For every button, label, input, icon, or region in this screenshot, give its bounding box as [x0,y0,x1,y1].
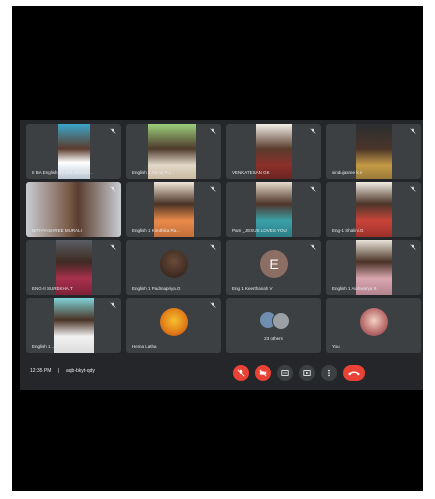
mic-off-icon [210,244,216,250]
participant-name: English 1 Kiruthika Ra... [132,228,181,233]
mic-off-icon [110,186,116,192]
participant-tile[interactable]: sindujasree k.s [326,124,421,179]
mic-off-icon [310,128,316,134]
participant-name: NITHYASHREE MURALI [32,228,82,233]
more-options-button[interactable] [321,365,337,381]
self-tile[interactable]: You [326,298,421,353]
participant-video [54,298,94,353]
meeting-time: 12:35 PM [30,368,52,374]
mic-off-icon [210,186,216,192]
present-icon [303,370,311,376]
participant-tile[interactable]: ENG-II SUREKHA.T [26,240,121,295]
participant-tile[interactable]: NITHYASHREE MURALI [26,182,121,237]
camera-off-icon [259,369,267,377]
participant-name: sindujasree k.s [332,170,363,175]
others-tile[interactable]: 23 others [226,298,321,353]
participant-tile[interactable]: English 1 Sanoj R.(... [126,124,221,179]
participant-name: English 1 Padmapriya.G [132,286,181,291]
avatar [160,308,188,336]
mic-off-icon [210,128,216,134]
participant-name: VENKATESAN GK [232,170,270,175]
participant-name: Hema Latha [132,344,157,349]
participant-tile[interactable]: English 1 Kiruthika Ra... [126,182,221,237]
participant-tile[interactable]: Eng-1 Shalini.G [326,182,421,237]
participant-name: English 1 ... [32,344,56,349]
mic-off-icon [110,128,116,134]
avatar [160,250,188,278]
mic-off-icon [237,369,245,377]
participant-name: You [332,344,340,349]
participant-tile[interactable]: II BA English (Aruna Malakel... [26,124,121,179]
participant-tile[interactable]: Pam _JESUS LOVES YOU [226,182,321,237]
participant-tile[interactable]: Hema Latha [126,298,221,353]
mic-off-icon [310,244,316,250]
mic-toggle-button[interactable] [233,365,249,381]
mic-off-icon [410,186,416,192]
participant-tile[interactable]: English 1 Aishwarya S [326,240,421,295]
participant-name: II BA English (Aruna Malakel... [32,170,93,175]
mic-off-icon [310,186,316,192]
participant-name: Pam _JESUS LOVES YOU [232,228,287,233]
others-count: 23 others [264,336,283,341]
participant-tile[interactable]: E Eng 1 Keerthanah V [226,240,321,295]
camera-toggle-button[interactable] [255,365,271,381]
captions-button[interactable] [277,365,293,381]
participant-name: ENG-II SUREKHA.T [32,286,73,291]
more-vert-icon [328,369,330,377]
mic-off-icon [210,302,216,308]
captions-icon [281,370,289,376]
mic-off-icon [110,244,116,250]
control-bar: 12:35 PM | aqb-bkyt-qdy [20,355,423,390]
participant-tile[interactable]: English 1 Padmapriya.G [126,240,221,295]
avatar: E [260,250,288,278]
avatar [360,308,388,336]
mic-off-icon [110,302,116,308]
participant-name: Eng-1 Shalini.G [332,228,364,233]
leave-call-button[interactable] [343,365,365,381]
mic-off-icon [410,244,416,250]
participant-name: Eng 1 Keerthanah V [232,286,273,291]
participant-tile[interactable]: English 1 ... [26,298,121,353]
mic-off-icon [410,128,416,134]
phone-hangup-icon [348,371,360,376]
meeting-code: aqb-bkyt-qdy [66,368,95,374]
avatar [272,312,290,330]
participant-name: English 1 Sanoj R.(... [132,170,175,175]
participant-name: English 1 Aishwarya S [332,286,377,291]
present-button[interactable] [299,365,315,381]
participant-tile[interactable]: VENKATESAN GK [226,124,321,179]
meet-window: II BA English (Aruna Malakel... English … [20,120,423,390]
